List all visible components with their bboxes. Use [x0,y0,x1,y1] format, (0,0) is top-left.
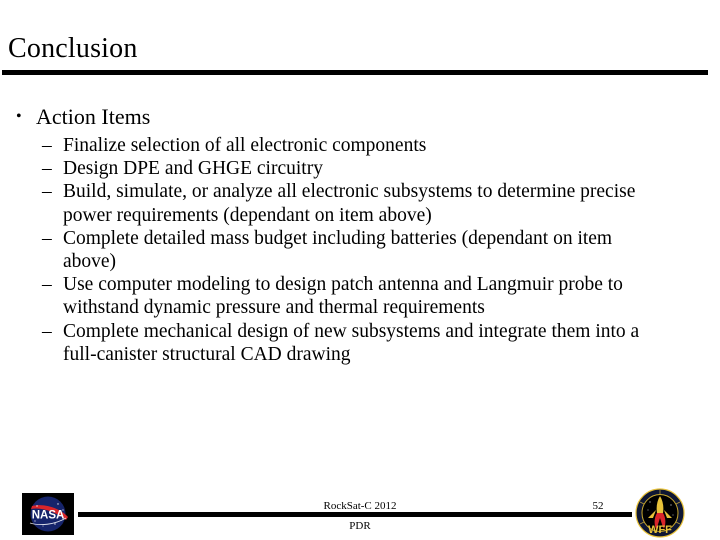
dash-bullet-icon: – [42,158,52,180]
list-item-label: Design DPE and GHGE circuitry [63,158,323,180]
title-divider [2,70,708,75]
list-item-label: Complete mechanical design of new subsys… [63,320,640,365]
list-item: – Use computer modeling to design patch … [0,273,720,319]
list-item: – Finalize selection of all electronic c… [0,134,720,157]
list-item-label: Build, simulate, or analyze all electron… [63,181,636,226]
list-item: – Build, simulate, or analyze all electr… [0,180,720,226]
dash-bullet-icon: – [42,320,52,342]
wff-wordmark: WFF [648,524,672,536]
list-item: – Complete detailed mass budget includin… [0,227,720,273]
dash-bullet-icon: – [42,135,52,156]
list-item-label: Complete detailed mass budget including … [63,227,613,273]
footer-review-label: PDR [349,520,371,532]
list-item: – Complete mechanical design of new subs… [0,320,720,366]
list-item: – Design DPE and GHGE circuitry [0,157,720,180]
bullet-dot-icon: • [16,108,22,125]
dash-bullet-icon: – [42,227,52,249]
dash-bullet-icon: – [42,181,52,203]
bullet-label: Action Items [36,104,151,129]
action-items-list: – Finalize selection of all electronic c… [0,134,720,366]
bullet-action-items: • Action Items [0,104,720,130]
wff-logo: WFF [635,488,685,538]
slide-canvas: Conclusion • Action Items – Finalize sel… [0,0,720,540]
page-title: Conclusion [8,33,138,64]
nasa-wordmark: NASA [32,510,65,522]
dash-bullet-icon: – [42,274,52,296]
list-item-label: Use computer modeling to design patch an… [63,274,623,319]
list-item-label: Finalize selection of all electronic com… [63,135,427,156]
page-number: 52 [592,500,604,512]
footer-divider [78,512,632,517]
nasa-logo: NASA [22,493,74,535]
slide-body: • Action Items – Finalize selection of a… [0,104,720,366]
